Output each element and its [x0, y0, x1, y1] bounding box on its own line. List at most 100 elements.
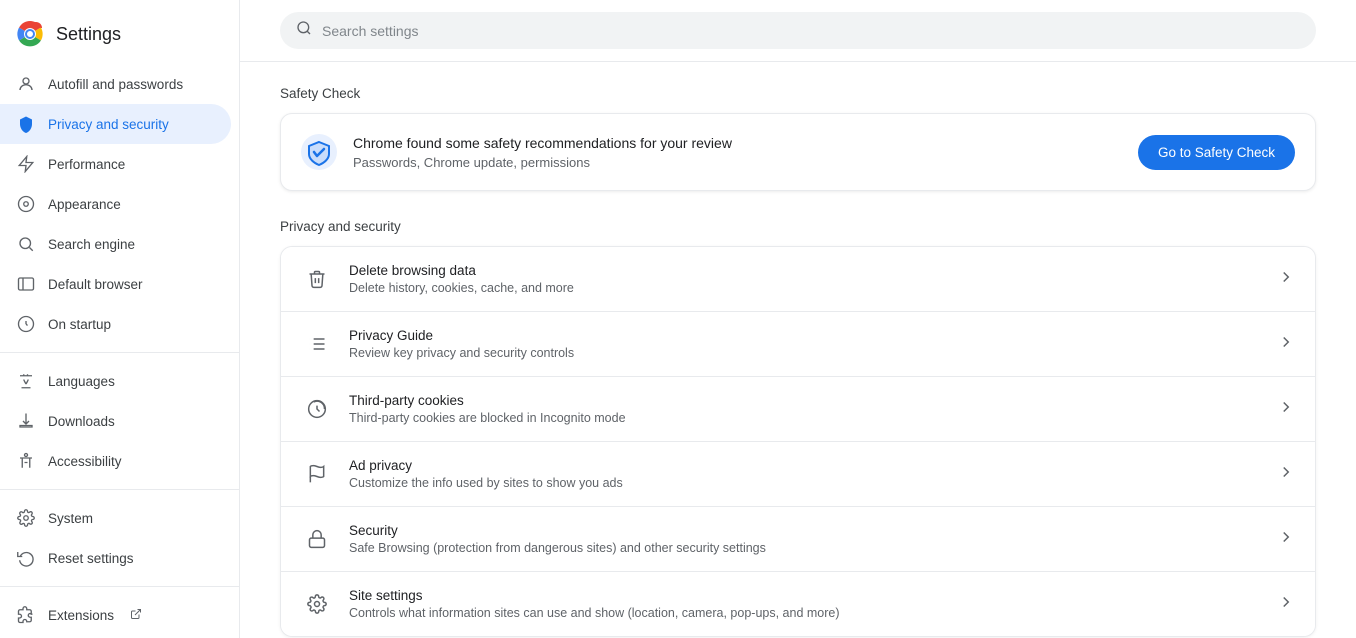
settings-item-delete-browsing-data[interactable]: Delete browsing data Delete history, cook… [281, 247, 1315, 312]
ad-privacy-icon [301, 458, 333, 490]
ad-privacy-title: Ad privacy [349, 458, 1261, 473]
sidebar-item-default-browser[interactable]: Default browser [0, 264, 231, 304]
site-settings-desc: Controls what information sites can use … [349, 606, 1261, 620]
settings-item-privacy-guide[interactable]: Privacy Guide Review key privacy and secu… [281, 312, 1315, 377]
sidebar-item-system[interactable]: System [0, 498, 231, 538]
sidebar-divider-3 [0, 586, 239, 587]
sidebar-item-label-performance: Performance [48, 157, 125, 172]
performance-icon [16, 154, 36, 174]
on-startup-icon [16, 314, 36, 334]
sidebar-divider-2 [0, 489, 239, 490]
search-icon [296, 20, 312, 41]
sidebar: Settings Autofill and passwords Privacy a… [0, 0, 240, 638]
sidebar-item-label-default-browser: Default browser [48, 277, 143, 292]
sidebar-item-accessibility[interactable]: Accessibility [0, 441, 231, 481]
third-party-cookies-text: Third-party cookies Third-party cookies a… [349, 393, 1261, 425]
security-icon [301, 523, 333, 555]
safety-check-heading: Safety Check [280, 86, 1316, 101]
delete-browsing-data-title: Delete browsing data [349, 263, 1261, 278]
ad-privacy-text: Ad privacy Customize the info used by sit… [349, 458, 1261, 490]
system-icon [16, 508, 36, 528]
settings-item-site-settings[interactable]: Site settings Controls what information s… [281, 572, 1315, 636]
external-link-icon [130, 608, 142, 623]
privacy-guide-text: Privacy Guide Review key privacy and secu… [349, 328, 1261, 360]
third-party-cookies-desc: Third-party cookies are blocked in Incog… [349, 411, 1261, 425]
site-settings-title: Site settings [349, 588, 1261, 603]
sidebar-item-on-startup[interactable]: On startup [0, 304, 231, 344]
accessibility-icon [16, 451, 36, 471]
sidebar-item-label-on-startup: On startup [48, 317, 111, 332]
safety-check-card: Chrome found some safety recommendations… [280, 113, 1316, 191]
privacy-guide-title: Privacy Guide [349, 328, 1261, 343]
sidebar-item-label-system: System [48, 511, 93, 526]
content-area: Safety Check Chrome found some safety re… [240, 0, 1356, 638]
sidebar-item-label-downloads: Downloads [48, 414, 115, 429]
chevron-right-icon [1277, 463, 1295, 486]
search-input[interactable] [322, 23, 1300, 39]
chevron-right-icon [1277, 528, 1295, 551]
settings-item-ad-privacy[interactable]: Ad privacy Customize the info used by sit… [281, 442, 1315, 507]
sidebar-item-label-languages: Languages [48, 374, 115, 389]
sidebar-item-label-reset-settings: Reset settings [48, 551, 134, 566]
sidebar-item-privacy[interactable]: Privacy and security [0, 104, 231, 144]
third-party-cookies-icon [301, 393, 333, 425]
site-settings-text: Site settings Controls what information s… [349, 588, 1261, 620]
third-party-cookies-title: Third-party cookies [349, 393, 1261, 408]
sidebar-item-label-accessibility: Accessibility [48, 454, 122, 469]
chevron-right-icon [1277, 333, 1295, 356]
settings-item-third-party-cookies[interactable]: Third-party cookies Third-party cookies a… [281, 377, 1315, 442]
sidebar-item-label-search-engine: Search engine [48, 237, 135, 252]
main-content: Safety Check Chrome found some safety re… [240, 62, 1356, 638]
chevron-right-icon [1277, 398, 1295, 421]
safety-check-subtitle: Passwords, Chrome update, permissions [353, 155, 1122, 170]
ad-privacy-desc: Customize the info used by sites to show… [349, 476, 1261, 490]
delete-browsing-data-icon [301, 263, 333, 295]
downloads-icon [16, 411, 36, 431]
site-settings-icon [301, 588, 333, 620]
sidebar-item-label-privacy: Privacy and security [48, 117, 169, 132]
sidebar-nav: Autofill and passwords Privacy and securi… [0, 64, 239, 638]
search-bar[interactable] [280, 12, 1316, 49]
extensions-icon [16, 605, 36, 625]
sidebar-header: Settings [0, 8, 239, 64]
privacy-section-heading: Privacy and security [280, 219, 1316, 234]
security-text: Security Safe Browsing (protection from d… [349, 523, 1261, 555]
chrome-logo-icon [16, 20, 44, 48]
search-engine-icon [16, 234, 36, 254]
delete-browsing-data-text: Delete browsing data Delete history, cook… [349, 263, 1261, 295]
privacy-guide-desc: Review key privacy and security controls [349, 346, 1261, 360]
top-bar [240, 0, 1356, 62]
chevron-right-icon [1277, 268, 1295, 291]
sidebar-item-autofill[interactable]: Autofill and passwords [0, 64, 231, 104]
sidebar-item-languages[interactable]: Languages [0, 361, 231, 401]
sidebar-item-performance[interactable]: Performance [0, 144, 231, 184]
sidebar-divider [0, 352, 239, 353]
security-desc: Safe Browsing (protection from dangerous… [349, 541, 1261, 555]
sidebar-item-label-appearance: Appearance [48, 197, 121, 212]
safety-check-button[interactable]: Go to Safety Check [1138, 135, 1295, 170]
sidebar-item-label-autofill: Autofill and passwords [48, 77, 183, 92]
sidebar-item-downloads[interactable]: Downloads [0, 401, 231, 441]
privacy-icon [16, 114, 36, 134]
safety-check-title: Chrome found some safety recommendations… [353, 135, 1122, 151]
sidebar-item-extensions[interactable]: Extensions [0, 595, 231, 635]
sidebar-item-reset-settings[interactable]: Reset settings [0, 538, 231, 578]
privacy-settings-list: Delete browsing data Delete history, cook… [280, 246, 1316, 637]
chevron-right-icon [1277, 593, 1295, 616]
sidebar-item-search-engine[interactable]: Search engine [0, 224, 231, 264]
sidebar-item-label-extensions: Extensions [48, 608, 114, 623]
languages-icon [16, 371, 36, 391]
safety-shield-icon [301, 134, 337, 170]
settings-item-security[interactable]: Security Safe Browsing (protection from d… [281, 507, 1315, 572]
reset-settings-icon [16, 548, 36, 568]
sidebar-item-appearance[interactable]: Appearance [0, 184, 231, 224]
delete-browsing-data-desc: Delete history, cookies, cache, and more [349, 281, 1261, 295]
safety-check-text: Chrome found some safety recommendations… [353, 135, 1122, 170]
app-window: Settings Autofill and passwords Privacy a… [0, 0, 1356, 638]
security-title: Security [349, 523, 1261, 538]
appearance-icon [16, 194, 36, 214]
privacy-guide-icon [301, 328, 333, 360]
autofill-icon [16, 74, 36, 94]
default-browser-icon [16, 274, 36, 294]
app-title: Settings [56, 24, 121, 45]
